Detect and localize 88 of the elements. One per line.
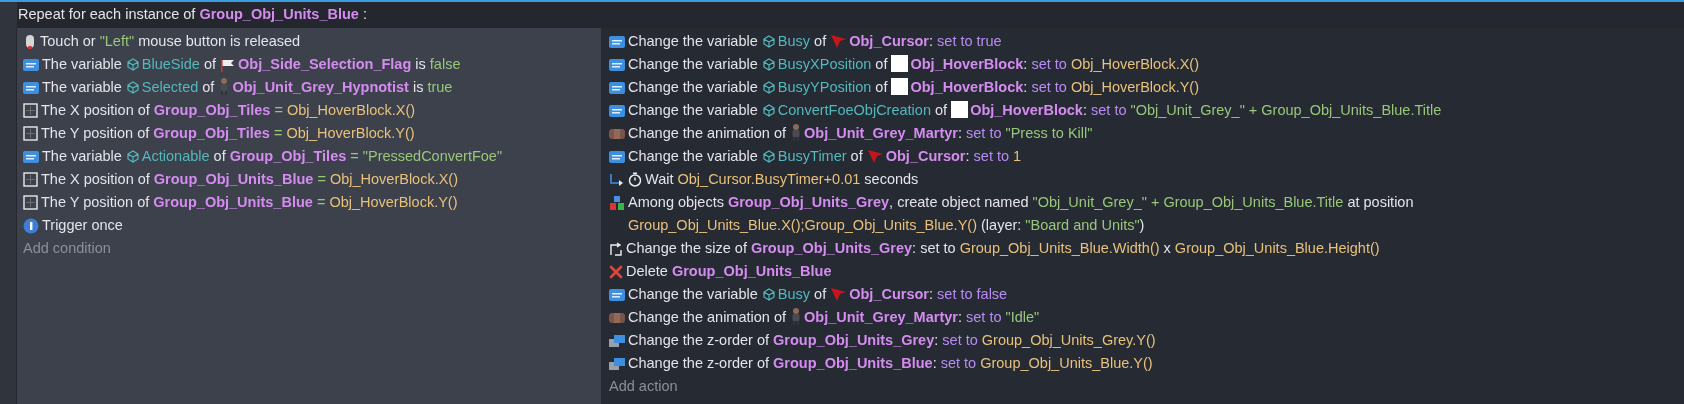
flag-icon [220,58,237,72]
condition-text: The Y position of Group_Obj_Units_Blue = Obj_HoverBlock.Y() [41,194,458,210]
block-icon [891,78,909,95]
action-text: BusyTimer of [777,148,864,164]
action-text: BusyYPosition of [777,79,889,95]
action-text: Obj_Cursor: set to true [849,33,1002,49]
figure-icon [218,77,231,95]
action-text: Obj_HoverBlock: set to Obj_HoverBlock.Y() [910,79,1199,95]
variable-cube-icon [761,104,776,117]
action-text: Change the animation of [628,309,787,325]
action-text: Change the variable [628,148,759,164]
delete-icon [609,264,623,279]
variable-icon [609,80,625,95]
block-icon [951,101,969,118]
variable-icon [609,57,625,72]
condition-text: The variable [42,148,123,164]
variable-cube-icon [125,81,140,94]
figure-icon [790,307,803,325]
trigger-once-icon [23,217,39,234]
action-text: Among objects Group_Obj_Units_Grey, create object named "Obj_Unit_Grey_" + Group_Obj_Units_Blue.Title at position Group_Obj_Units_Blue.X();Group_Obj_Units_Blue.Y() (layer: "Board and Units") [628,194,1415,233]
condition-text: BlueSide of [141,56,217,72]
variable-icon [23,149,39,164]
position-icon [23,126,38,141]
cursor-arrow-icon [830,34,848,49]
action-text: Change the variable [628,286,759,302]
action-text: ConvertFoeObjCreation of [777,102,949,118]
action-text: Obj_Cursor: set to 1 [885,148,1022,164]
variable-icon [609,34,625,49]
variable-icon [609,103,625,118]
action-text: Obj_Cursor: set to false [849,286,1008,302]
condition-text: Obj_Side_Selection_Flag is false [238,56,461,72]
action-text: Delete Group_Obj_Units_Blue [626,263,832,279]
action-text: Change the variable [628,33,759,49]
animation-icon [609,127,625,140]
animation-icon [609,311,625,324]
stopwatch-icon [628,172,642,187]
variable-cube-icon [125,150,140,163]
variable-icon [609,287,625,302]
condition-text: Selected of [141,79,216,95]
action-text: Change the animation of [628,125,787,141]
resize-icon [609,241,623,256]
action-text: Change the variable [628,102,759,118]
action-text: Obj_HoverBlock: set to Obj_HoverBlock.X() [910,56,1199,72]
variable-cube-icon [125,58,140,71]
cursor-arrow-icon [866,149,884,164]
action-text: Change the size of Group_Obj_Units_Grey: set to Group_Obj_Units_Blue.Width() x Group_Obj_Units_Blue.Height() [626,240,1380,256]
variable-icon [23,57,39,72]
condition-text: The variable [42,79,123,95]
figure-icon [790,123,803,141]
action-text: Obj_HoverBlock: set to "Obj_Unit_Grey_" + Group_Obj_Units_Blue.Title [970,102,1442,118]
action-text: Change the z-order of Group_Obj_Units_Grey: set to Group_Obj_Units_Grey.Y() [628,332,1156,348]
variable-icon [23,80,39,95]
condition-text: The X position of Group_Obj_Tiles = Obj_HoverBlock.X() [41,102,416,118]
variable-cube-icon [761,81,776,94]
position-icon [23,195,38,210]
mouse-icon [23,33,37,50]
condition-text: The X position of Group_Obj_Units_Blue = Obj_HoverBlock.X() [41,171,459,187]
condition-text: The Y position of Group_Obj_Tiles = Obj_HoverBlock.Y() [41,125,415,141]
layers-icon [609,333,625,348]
variable-cube-icon [761,35,776,48]
cubes-icon [609,194,625,211]
position-icon [23,103,38,118]
condition-text: Trigger once [42,217,123,233]
add-condition-link[interactable]: Add condition [23,240,111,256]
action-text: Obj_Unit_Grey_Martyr: set to "Press to Kill" [804,125,1093,141]
action-text: Change the variable [628,79,759,95]
add-action-link[interactable]: Add action [609,378,678,394]
condition-text: Touch or "Left" mouse button is released [40,33,301,49]
variable-cube-icon [761,288,776,301]
action-text: Obj_Unit_Grey_Martyr: set to "Idle" [804,309,1040,325]
action-text: Busy of [777,33,828,49]
action-text: BusyXPosition of [777,56,889,72]
position-icon [23,172,38,187]
condition-text: The variable [42,56,123,72]
layers-icon [609,356,625,371]
cursor-arrow-icon [830,287,848,302]
action-text: Change the variable [628,56,759,72]
variable-cube-icon [761,58,776,71]
condition-text: Actionable of Group_Obj_Tiles = "PressedConvertFoe" [141,148,503,164]
event-header-text: Repeat for each instance of Group_Obj_Units_Blue : [18,6,367,22]
sub-arrow-icon [609,172,625,187]
variable-cube-icon [761,150,776,163]
block-icon [891,55,909,72]
condition-text: Obj_Unit_Grey_Hypnotist is true [232,79,453,95]
action-text: Change the z-order of Group_Obj_Units_Blue: set to Group_Obj_Units_Blue.Y() [628,355,1153,371]
variable-icon [609,149,625,164]
action-text: Wait Obj_Cursor.BusyTimer+0.01 seconds [645,171,919,187]
action-text: Busy of [777,286,828,302]
